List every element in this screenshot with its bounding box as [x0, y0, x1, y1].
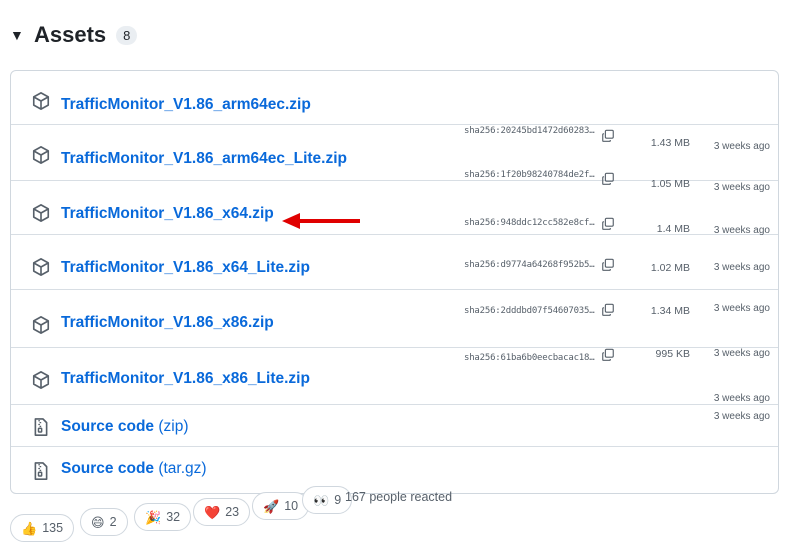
source-row: Source code (tar.gz) 3 weeks ago	[11, 411, 778, 493]
reaction-heart[interactable]: ❤️ 23	[193, 498, 251, 526]
package-icon	[31, 145, 51, 165]
asset-size: 1.34 MB	[650, 305, 690, 317]
reactions-bar: 👍 135 😄 2 🎉 32 ❤️ 23 🚀 10 👀 9 167 people…	[10, 486, 790, 550]
asset-row: TrafficMonitor_V1.86_x64.zip sha256:948d…	[11, 181, 778, 236]
asset-row: TrafficMonitor_V1.86_arm64ec_Lite.zip sh…	[11, 125, 778, 193]
reaction-laugh[interactable]: 😄 2	[80, 508, 128, 536]
package-icon	[31, 315, 51, 335]
asset-link[interactable]: TrafficMonitor_V1.86_arm64ec.zip	[61, 96, 311, 114]
asset-link[interactable]: TrafficMonitor_V1.86_x86_Lite.zip	[61, 370, 310, 388]
assets-header[interactable]: ▼ Assets 8	[10, 22, 138, 48]
caret-down-icon[interactable]: ▼	[10, 27, 28, 43]
asset-row: TrafficMonitor_V1.86_x86_Lite.zip sha256…	[11, 348, 778, 405]
assets-title: Assets	[34, 22, 107, 47]
file-zip-icon	[31, 417, 51, 437]
asset-row: TrafficMonitor_V1.86_x86.zip sha256:2ddd…	[11, 290, 778, 348]
asset-link[interactable]: TrafficMonitor_V1.86_x64.zip	[61, 205, 274, 223]
package-icon	[31, 370, 51, 390]
asset-date: 3 weeks ago	[713, 262, 770, 273]
source-targz-link[interactable]: Source code (tar.gz)	[61, 460, 207, 478]
assets-list: TrafficMonitor_V1.86_arm64ec.zip sha256:…	[10, 70, 779, 494]
asset-sha: sha256:1f20b98240784de2f…	[464, 170, 595, 180]
reaction-rocket[interactable]: 🚀 10	[252, 492, 310, 520]
asset-size: 995 KB	[655, 348, 690, 360]
asset-row: TrafficMonitor_V1.86_arm64ec.zip sha256:…	[11, 71, 778, 152]
package-icon	[31, 91, 51, 111]
file-zip-icon	[31, 461, 51, 481]
reactions-summary: 167 people reacted	[345, 490, 453, 504]
annotation-arrow-icon	[282, 213, 360, 229]
source-date: 3 weeks ago	[713, 393, 770, 404]
copy-icon[interactable]	[601, 348, 615, 362]
source-zip-link[interactable]: Source code (zip)	[61, 418, 188, 436]
package-icon	[31, 203, 51, 223]
assets-count-badge: 8	[116, 25, 138, 45]
asset-sha: sha256:61ba6b0eecbacac18…	[464, 353, 595, 363]
asset-date: 3 weeks ago	[713, 303, 770, 314]
copy-icon[interactable]	[601, 303, 615, 317]
reaction-hooray[interactable]: 🎉 32	[134, 503, 192, 531]
asset-size: 1.02 MB	[650, 262, 690, 274]
copy-icon[interactable]	[601, 258, 615, 272]
copy-icon[interactable]	[601, 217, 615, 231]
source-date: 3 weeks ago	[713, 411, 770, 422]
source-row: Source code (zip) 3 weeks ago	[11, 393, 778, 447]
asset-row: TrafficMonitor_V1.86_x64_Lite.zip sha256…	[11, 235, 778, 290]
asset-sha: sha256:948ddc12cc582e8cf…	[464, 218, 595, 228]
package-icon	[31, 257, 51, 277]
asset-link[interactable]: TrafficMonitor_V1.86_x64_Lite.zip	[61, 259, 310, 277]
asset-sha: sha256:d9774a64268f952b5…	[464, 260, 595, 270]
asset-sha: sha256:2dddbd07f54607035…	[464, 306, 595, 316]
asset-date: 3 weeks ago	[713, 348, 770, 359]
asset-link[interactable]: TrafficMonitor_V1.86_x86.zip	[61, 314, 274, 332]
reaction-thumbs-up[interactable]: 👍 135	[10, 514, 75, 542]
asset-size: 1.4 MB	[656, 223, 690, 235]
asset-link[interactable]: TrafficMonitor_V1.86_arm64ec_Lite.zip	[61, 150, 347, 168]
